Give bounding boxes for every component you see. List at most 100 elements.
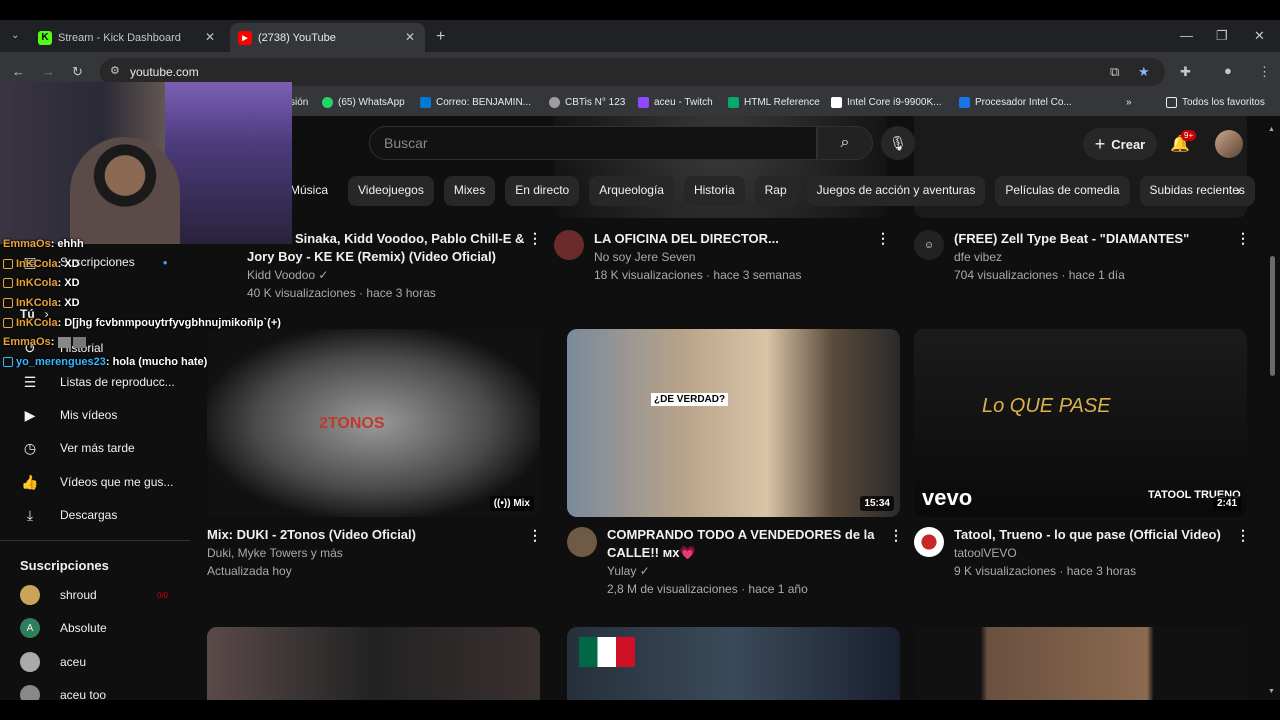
amazon-icon <box>831 97 842 108</box>
chip-juegos-accion[interactable]: Juegos de acción y aventuras <box>806 176 986 206</box>
scroll-up-icon[interactable]: ▲ <box>1268 126 1275 133</box>
sidebar-divider <box>0 540 190 541</box>
chip-musica[interactable]: Música <box>290 176 338 206</box>
more-options-icon[interactable]: ⋮ <box>1236 230 1250 247</box>
chip-peliculas-comedia[interactable]: Películas de comedia <box>995 176 1130 206</box>
chip-videojuegos[interactable]: Videojuegos <box>348 176 434 206</box>
channel-name[interactable]: Yulay <box>607 564 636 578</box>
tab-search-icon[interactable]: ⌄ <box>11 30 19 41</box>
video-thumbnail[interactable]: ¿DE VERDAD? 15:34 <box>567 329 900 517</box>
vevo-logo: vevo <box>922 485 973 510</box>
my-videos-icon: ▶ <box>24 406 36 423</box>
search-input[interactable]: Buscar <box>369 126 817 160</box>
channel-avatar[interactable] <box>567 527 597 557</box>
video-card[interactable]: COMPRANDO TODO A VENDEDORES de la CALLE!… <box>607 526 887 598</box>
microphone-icon: 🎙 <box>889 134 907 151</box>
close-tab-icon[interactable]: ✕ <box>205 30 215 44</box>
extensions-icon[interactable]: ✚ <box>1180 64 1191 80</box>
create-button[interactable]: + Crear <box>1083 128 1157 160</box>
channel-avatar[interactable] <box>914 527 944 557</box>
new-tab-icon[interactable]: + <box>436 28 445 46</box>
video-title[interactable]: CALLE!! мх💗 <box>607 544 887 562</box>
channel-name[interactable]: tatoolVEVO <box>954 544 1234 562</box>
bookmark-star-icon[interactable]: ★ <box>1138 64 1150 80</box>
channel-avatar[interactable]: ☺ <box>914 230 944 260</box>
video-title[interactable]: Jory Boy - KE KE (Remix) (Video Oficial) <box>207 248 537 266</box>
forward-icon[interactable]: → <box>42 64 55 79</box>
scroll-down-icon[interactable]: ▼ <box>1268 688 1275 695</box>
video-card[interactable]: (FREE) Zell Type Beat - "DIAMANTES" dfe … <box>954 230 1244 284</box>
chip-arqueologia[interactable]: Arqueología <box>589 176 674 206</box>
video-card[interactable]: LA OFICINA DEL DIRECTOR... No soy Jere S… <box>594 230 884 284</box>
chip-en-directo[interactable]: En directo <box>505 176 580 206</box>
video-thumbnail[interactable]: Lo QUE PASE vevo TATOOL TRUENO 2:41 <box>914 329 1247 517</box>
reload-icon[interactable]: ↻ <box>72 64 83 80</box>
channel-avatar[interactable] <box>554 230 584 260</box>
bookmark-html-reference[interactable]: HTML Reference <box>728 97 820 108</box>
chevron-right-icon[interactable]: › <box>1236 182 1241 198</box>
video-thumbnail[interactable] <box>567 627 900 700</box>
close-tab-icon[interactable]: ✕ <box>405 30 415 44</box>
sidebar-item-videos-me-gustan[interactable]: 👍 Vídeos que me gus... <box>0 468 173 496</box>
profile-icon[interactable]: ● <box>1224 63 1232 78</box>
minimize-icon[interactable]: — <box>1180 28 1193 43</box>
site-info-icon[interactable]: ⚙ <box>110 64 120 77</box>
bookmark-twitch[interactable]: aceu - Twitch <box>638 97 713 108</box>
more-options-icon[interactable]: ⋮ <box>1236 527 1250 544</box>
bookmark-cbtis[interactable]: CBTis N° 123 <box>549 97 625 108</box>
subscription-aceu-too[interactable]: aceu too <box>20 685 106 700</box>
chip-mixes[interactable]: Mixes <box>443 176 496 206</box>
channel-name[interactable]: Duki, Myke Towers y más <box>207 544 527 562</box>
voice-search-button[interactable]: 🎙 <box>881 126 915 160</box>
search-button[interactable]: ⌕ <box>817 126 873 160</box>
bookmark-item[interactable]: sión <box>290 97 308 108</box>
chat-badge-icon <box>3 357 13 367</box>
bookmark-whatsapp[interactable]: (65) WhatsApp <box>322 97 405 108</box>
menu-icon[interactable]: ⋮ <box>1258 64 1271 80</box>
bookmark-procesador[interactable]: Procesador Intel Co... <box>959 97 1072 108</box>
video-title[interactable]: (FREE) Zell Type Beat - "DIAMANTES" <box>954 230 1244 248</box>
thumbnail-text: 2TONOS <box>319 415 385 432</box>
video-card[interactable]: Tatool, Trueno - lo que pase (Official V… <box>954 526 1234 580</box>
more-bookmarks-icon[interactable]: » <box>1126 97 1132 108</box>
subscription-aceu[interactable]: aceu <box>20 652 86 672</box>
sidebar-item-descargas[interactable]: ⤓ Descargas <box>0 501 117 529</box>
tab-kick[interactable]: K Stream - Kick Dashboard ✕ <box>30 23 225 52</box>
new-dot-icon: ● <box>162 257 168 267</box>
scrollbar[interactable]: ▲ ▼ <box>1268 126 1276 700</box>
close-window-icon[interactable]: ✕ <box>1254 28 1265 44</box>
all-bookmarks[interactable]: Todos los favoritos <box>1166 97 1265 108</box>
video-title[interactable]: LA OFICINA DEL DIRECTOR... <box>594 230 884 248</box>
chip-historia[interactable]: Historia <box>683 176 745 206</box>
maximize-icon[interactable]: ❐ <box>1216 28 1228 44</box>
bookmark-correo[interactable]: Correo: BENJAMIN... <box>420 97 531 108</box>
more-options-icon[interactable]: ⋮ <box>889 527 903 544</box>
sidebar-item-ver-mas-tarde[interactable]: ◷ Ver más tarde <box>0 434 135 462</box>
channel-name[interactable]: dfe vibez <box>954 248 1244 266</box>
scrollbar-thumb[interactable] <box>1270 256 1275 376</box>
more-options-icon[interactable]: ⋮ <box>528 527 542 544</box>
more-options-icon[interactable]: ⋮ <box>528 230 542 247</box>
video-thumbnail[interactable] <box>207 627 540 700</box>
tab-youtube[interactable]: ▶ (2738) YouTube ✕ <box>230 23 425 52</box>
emote-icon <box>73 336 87 348</box>
video-title[interactable]: COMPRANDO TODO A VENDEDORES de la <box>607 526 887 544</box>
chip-rap[interactable]: Rap <box>754 176 797 206</box>
video-card[interactable]: Mix: DUKI - 2Tonos (Video Oficial) Duki,… <box>207 526 527 580</box>
video-thumbnail[interactable] <box>914 627 1247 700</box>
video-thumbnail[interactable]: 2TONOS ((•)) Mix <box>207 329 540 517</box>
subscription-absolute[interactable]: A Absolute <box>20 618 107 638</box>
bookmark-intel-core[interactable]: Intel Core i9-9900K... <box>831 97 942 108</box>
install-icon[interactable]: ⧉ <box>1110 64 1119 80</box>
more-options-icon[interactable]: ⋮ <box>876 230 890 247</box>
sidebar-item-listas[interactable]: ☰ Listas de reproducc... <box>0 368 175 396</box>
back-icon[interactable]: ← <box>12 64 25 79</box>
channel-avatar <box>20 652 40 672</box>
subscription-shroud[interactable]: shroud 0/0 <box>20 585 168 605</box>
video-title[interactable]: Mix: DUKI - 2Tonos (Video Oficial) <box>207 526 527 544</box>
channel-name[interactable]: Kidd Voodoo <box>247 268 315 282</box>
video-title[interactable]: Tatool, Trueno - lo que pase (Official V… <box>954 526 1234 544</box>
account-avatar[interactable] <box>1215 130 1243 158</box>
sidebar-item-mis-videos[interactable]: ▶ Mis vídeos <box>0 401 118 429</box>
channel-name[interactable]: No soy Jere Seven <box>594 248 884 266</box>
